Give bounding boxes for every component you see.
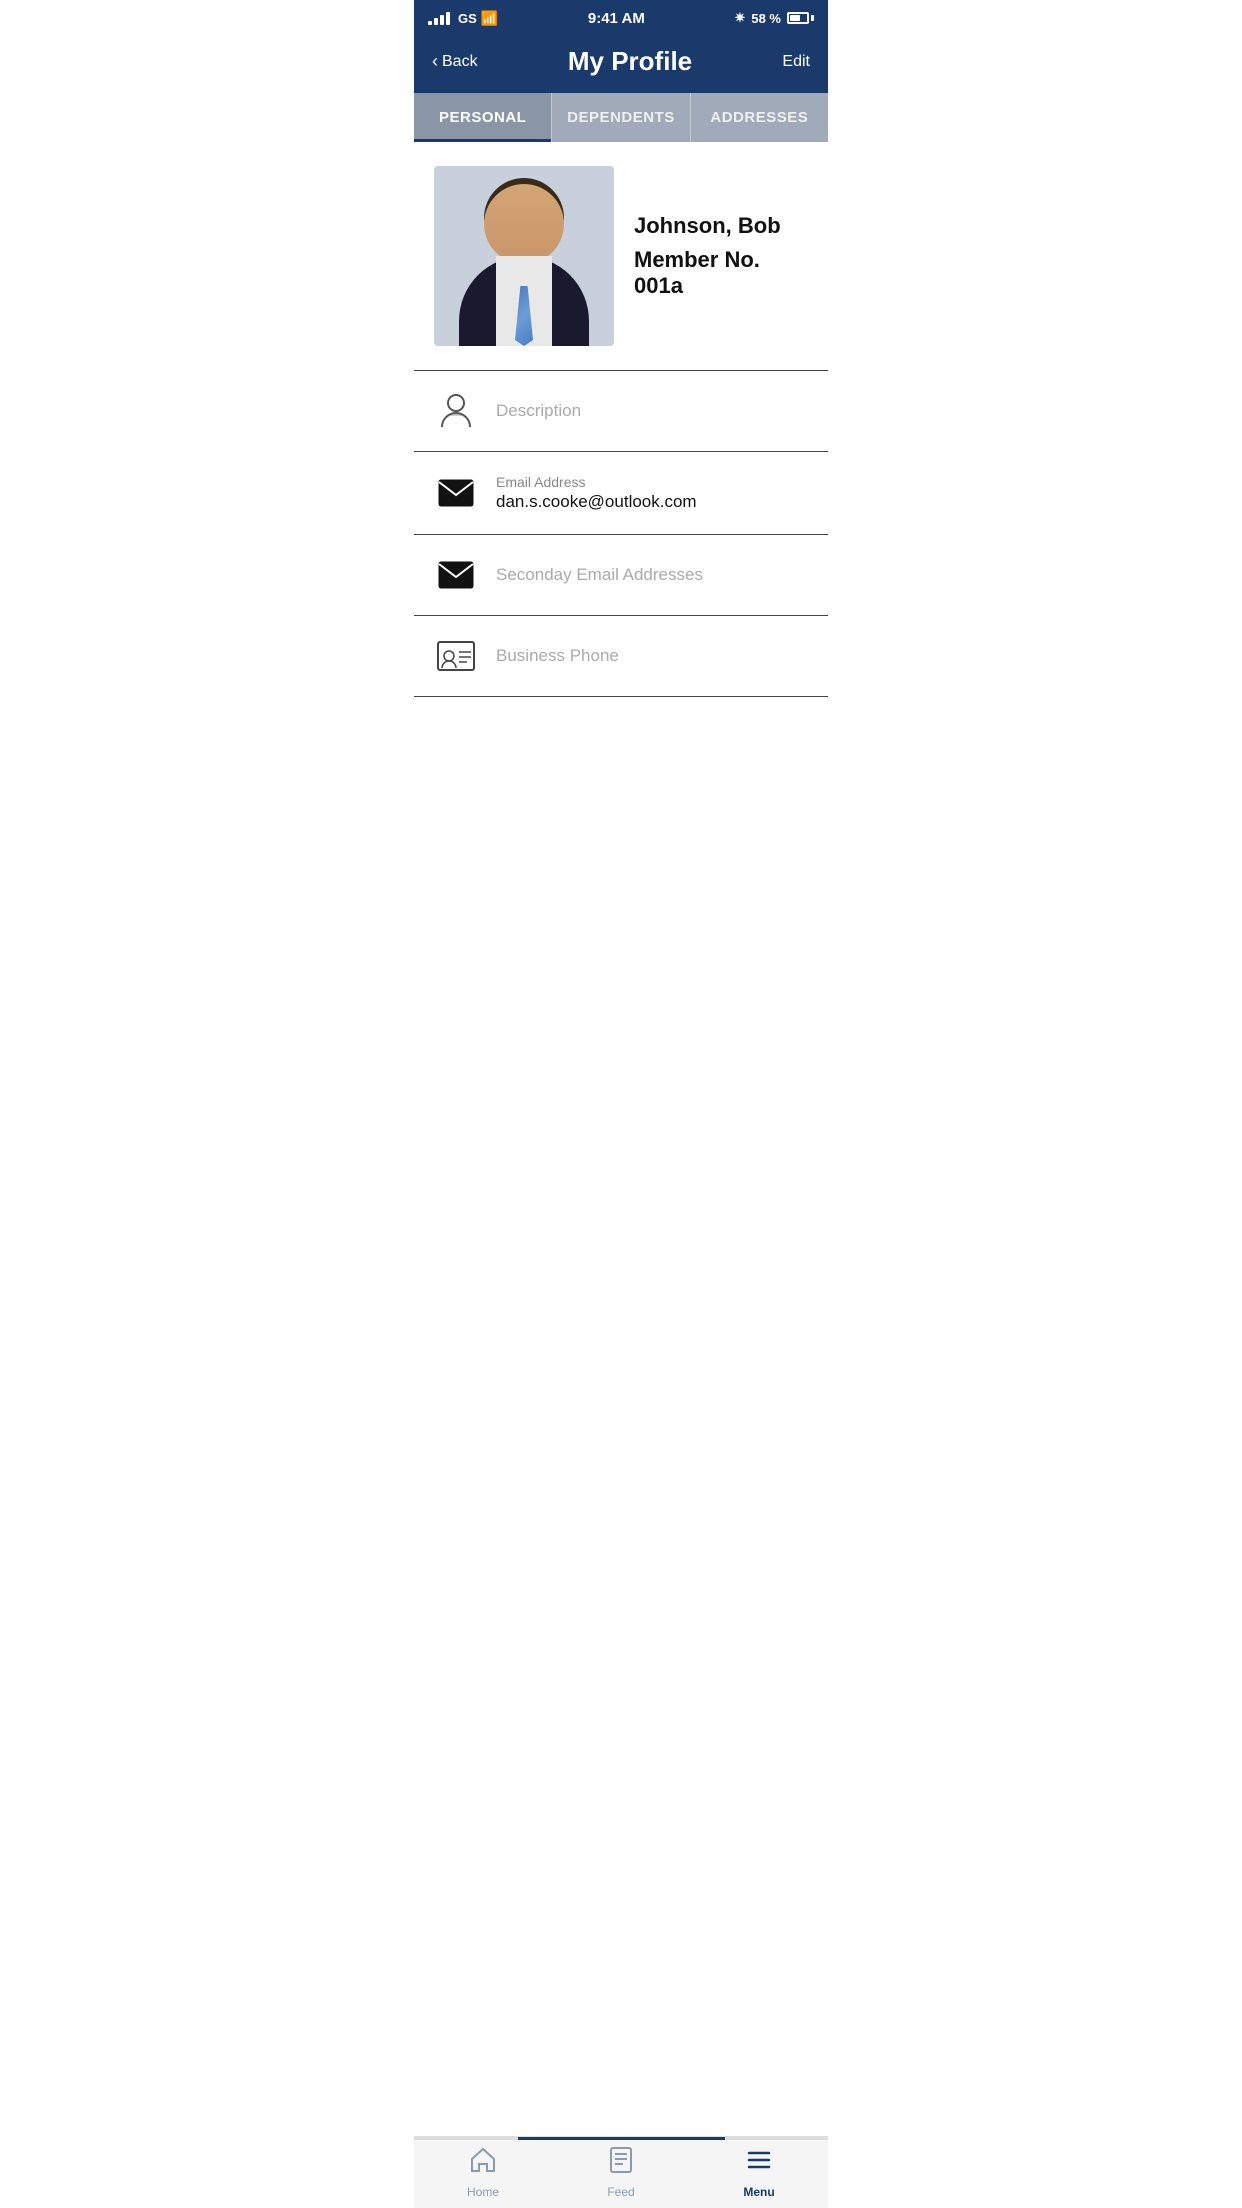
bottom-tab-home[interactable]: Home — [414, 2137, 552, 2208]
bottom-tab-menu[interactable]: Menu — [690, 2137, 828, 2208]
field-description: Description — [414, 371, 828, 451]
wifi-icon: 📶 — [481, 10, 498, 27]
status-bar: GS 📶 9:41 AM ✷ 58 % — [414, 0, 828, 36]
field-secondary-email-content: Seconday Email Addresses — [496, 565, 703, 585]
tab-personal[interactable]: PERSONAL — [414, 93, 551, 142]
vcard-icon — [434, 641, 478, 671]
tab-dependents[interactable]: DEPENDENTS — [552, 93, 689, 142]
menu-icon — [745, 2146, 773, 2181]
description-placeholder: Description — [496, 401, 581, 421]
tab-addresses[interactable]: ADDRESSES — [691, 93, 828, 142]
bluetooth-icon: ✷ — [734, 10, 745, 26]
field-email: Email Address dan.s.cooke@outlook.com — [414, 452, 828, 534]
avatar — [434, 166, 614, 346]
profile-member-no: Member No. 001a — [634, 247, 808, 299]
secondary-email-icon — [434, 561, 478, 589]
profile-section: Johnson, Bob Member No. 001a — [414, 142, 828, 370]
page-content: Johnson, Bob Member No. 001a Description — [414, 142, 828, 777]
tab-bar: PERSONAL DEPENDENTS ADDRESSES — [414, 93, 828, 142]
menu-tab-label: Menu — [743, 2185, 774, 2199]
field-secondary-email: Seconday Email Addresses — [414, 535, 828, 615]
home-icon — [469, 2146, 497, 2181]
back-button[interactable]: ‹ Back — [432, 51, 478, 72]
home-tab-label: Home — [467, 2185, 499, 2199]
back-label: Back — [442, 53, 478, 71]
battery-icon — [787, 12, 814, 24]
feed-tab-label: Feed — [607, 2185, 634, 2199]
profile-info: Johnson, Bob Member No. 001a — [634, 213, 808, 299]
feed-icon — [607, 2146, 635, 2181]
signal-icon — [428, 12, 450, 25]
status-right: ✷ 58 % — [734, 10, 814, 26]
field-email-content: Email Address dan.s.cooke@outlook.com — [496, 474, 697, 512]
field-business-phone: Business Phone — [414, 616, 828, 696]
field-description-content: Description — [496, 401, 581, 421]
profile-name: Johnson, Bob — [634, 213, 808, 239]
carrier-label: GS — [458, 11, 477, 26]
chevron-left-icon: ‹ — [432, 51, 438, 72]
email-value: dan.s.cooke@outlook.com — [496, 492, 697, 512]
business-phone-placeholder: Business Phone — [496, 646, 619, 666]
bottom-progress-indicator — [414, 2137, 828, 2140]
email-label: Email Address — [496, 474, 697, 490]
edit-button[interactable]: Edit — [782, 53, 810, 71]
bottom-tab-feed[interactable]: Feed — [552, 2137, 690, 2208]
status-time: 9:41 AM — [588, 10, 645, 27]
divider-4 — [414, 696, 828, 697]
nav-bar: ‹ Back My Profile Edit — [414, 36, 828, 93]
field-business-phone-content: Business Phone — [496, 646, 619, 666]
status-left: GS 📶 — [428, 10, 498, 27]
battery-percent: 58 % — [751, 11, 781, 26]
bottom-tab-bar: Home Feed Menu — [414, 2136, 828, 2208]
email-icon — [434, 479, 478, 507]
secondary-email-placeholder: Seconday Email Addresses — [496, 565, 703, 585]
person-icon — [434, 393, 478, 429]
page-title: My Profile — [568, 46, 692, 77]
